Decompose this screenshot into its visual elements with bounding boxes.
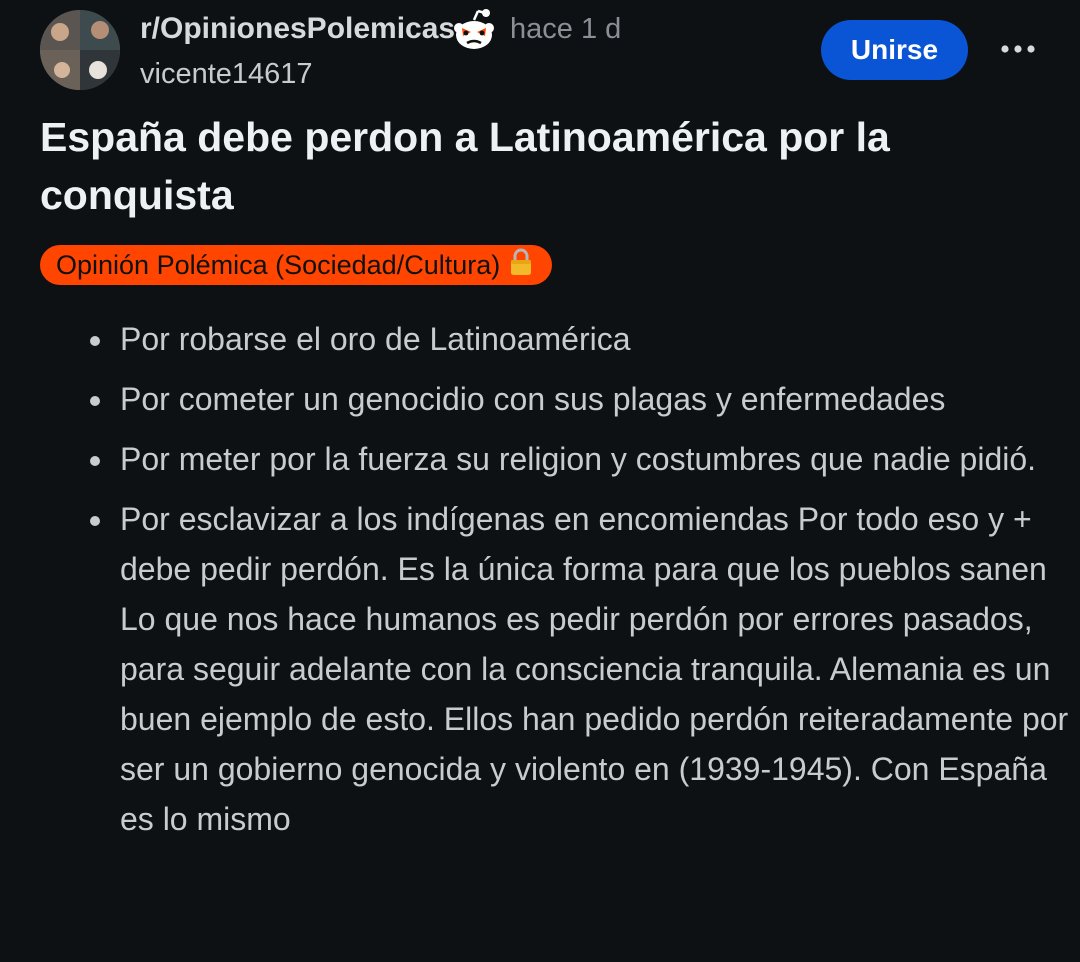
subreddit-name[interactable]: r/OpinionesPolemicas (140, 10, 455, 48)
more-options-button[interactable] (993, 28, 1043, 72)
post-time: hace 1 d (510, 13, 622, 45)
list-item: Por robarse el oro de Latinoamérica (90, 314, 1080, 364)
flair-label: Opinión Polémica (Sociedad/Cultura) (56, 250, 501, 280)
post-title: España debe perdon a Latinoamérica por l… (40, 114, 890, 218)
post-body-list: Por robarse el oro de Latinoamérica Por … (80, 314, 1080, 854)
post-flair[interactable]: Opinión Polémica (Sociedad/Cultura) (40, 245, 553, 288)
join-button[interactable]: Unirse (821, 20, 968, 80)
subreddit-avatar[interactable] (40, 10, 120, 90)
author-name[interactable]: vicente14617 (140, 55, 313, 93)
snoo-angry-icon (450, 6, 498, 54)
lock-icon (508, 247, 534, 288)
post-header: r/OpinionesPolemicas hace 1 d vicente146… (0, 0, 1080, 100)
list-item: Por cometer un genocidio con sus plagas … (90, 374, 1080, 424)
list-item: Por meter por la fuerza su religion y co… (90, 434, 1080, 484)
more-horizontal-icon (1000, 41, 1036, 59)
list-item: Por esclavizar a los indígenas en encomi… (90, 494, 1080, 844)
